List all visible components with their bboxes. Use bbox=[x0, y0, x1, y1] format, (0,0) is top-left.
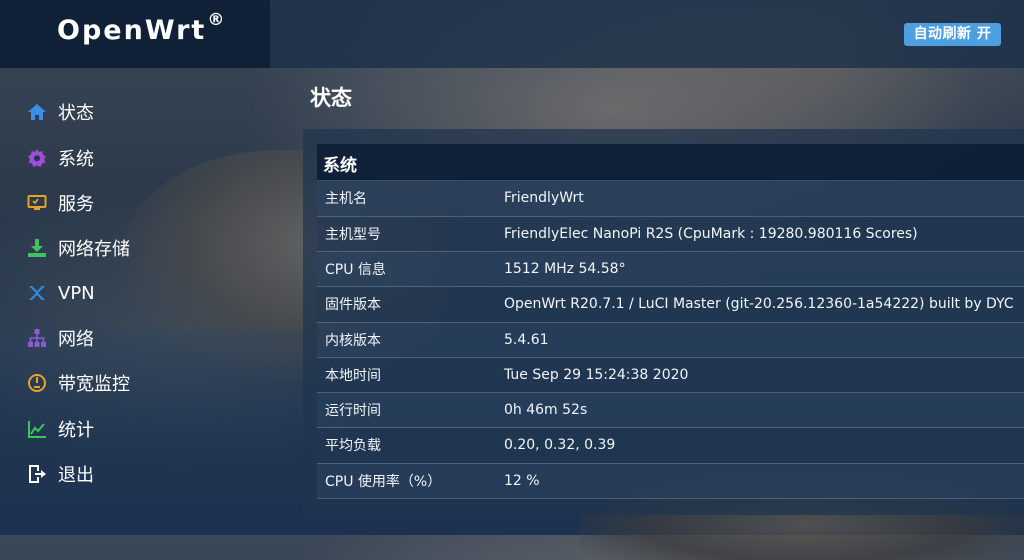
sidebar: 状态 系统 服务 网络存储 VPN 网络 带宽监控 统计 退出 bbox=[0, 68, 300, 535]
row-key: 平均负载 bbox=[317, 427, 504, 464]
row-key: CPU 使用率（%） bbox=[317, 463, 504, 499]
row-key: 固件版本 bbox=[317, 286, 504, 323]
row-value: 1512 MHz 54.58° bbox=[504, 251, 1024, 288]
monitor-icon bbox=[26, 192, 48, 214]
table-row: 固件版本 OpenWrt R20.7.1 / LuCI Master (git-2… bbox=[317, 286, 1024, 323]
system-section: 系统 主机名 FriendlyWrt 主机型号 FriendlyElec NanoP… bbox=[317, 144, 1024, 499]
row-value: OpenWrt R20.7.1 / LuCI Master (git-20.25… bbox=[504, 286, 1024, 323]
brand-logo[interactable]: OpenWrt® bbox=[57, 10, 226, 46]
sidebar-item-label: 退出 bbox=[58, 465, 94, 486]
sidebar-item-status[interactable]: 状态 bbox=[26, 97, 94, 127]
row-key: 内核版本 bbox=[317, 322, 504, 358]
system-info-table: 主机名 FriendlyWrt 主机型号 FriendlyElec NanoPi R… bbox=[317, 181, 1024, 499]
sidebar-item-logout[interactable]: 退出 bbox=[26, 459, 94, 489]
network-icon bbox=[26, 327, 48, 349]
table-row: CPU 信息 1512 MHz 54.58° bbox=[317, 251, 1024, 288]
sidebar-item-label: VPN bbox=[58, 282, 95, 304]
section-header: 系统 bbox=[317, 144, 1024, 181]
table-row: 内核版本 5.4.61 bbox=[317, 322, 1024, 358]
row-key: 本地时间 bbox=[317, 357, 504, 394]
download-icon bbox=[26, 237, 48, 259]
row-value: FriendlyElec NanoPi R2S (CpuMark : 19280… bbox=[504, 216, 1024, 253]
auto-refresh-button[interactable]: 自动刷新 开 bbox=[904, 23, 1001, 46]
row-value: FriendlyWrt bbox=[504, 181, 1024, 217]
table-row: CPU 使用率（%） 12 % bbox=[317, 463, 1024, 499]
vpn-icon bbox=[26, 282, 48, 304]
row-key: 主机名 bbox=[317, 181, 504, 217]
table-row: 主机型号 FriendlyElec NanoPi R2S (CpuMark : 1… bbox=[317, 216, 1024, 253]
row-value: 0h 46m 52s bbox=[504, 392, 1024, 429]
sidebar-item-vpn[interactable]: VPN bbox=[26, 278, 95, 308]
table-row: 运行时间 0h 46m 52s bbox=[317, 392, 1024, 429]
gauge-icon bbox=[26, 372, 48, 394]
brand-registered-mark: ® bbox=[207, 10, 227, 30]
home-icon bbox=[26, 101, 48, 123]
sidebar-item-services[interactable]: 服务 bbox=[26, 188, 94, 218]
sidebar-item-system[interactable]: 系统 bbox=[26, 143, 94, 173]
row-key: 运行时间 bbox=[317, 392, 504, 429]
sidebar-item-label: 状态 bbox=[58, 103, 94, 124]
brand-name: OpenWrt bbox=[57, 15, 207, 46]
sidebar-item-label: 带宽监控 bbox=[58, 374, 130, 395]
table-row: 主机名 FriendlyWrt bbox=[317, 181, 1024, 217]
sidebar-item-nas[interactable]: 网络存储 bbox=[26, 233, 130, 263]
row-value: 5.4.61 bbox=[504, 322, 1024, 358]
brand-box: OpenWrt® bbox=[0, 0, 270, 68]
row-value: 0.20, 0.32, 0.39 bbox=[504, 427, 1024, 464]
row-key: 主机型号 bbox=[317, 216, 504, 253]
table-row: 本地时间 Tue Sep 29 15:24:38 2020 bbox=[317, 357, 1024, 394]
sidebar-item-statistics[interactable]: 统计 bbox=[26, 414, 94, 444]
sidebar-item-bandwidth[interactable]: 带宽监控 bbox=[26, 368, 130, 398]
top-bar: OpenWrt® 自动刷新 开 bbox=[0, 0, 1024, 68]
sidebar-item-label: 统计 bbox=[58, 420, 94, 441]
sidebar-item-label: 系统 bbox=[58, 149, 94, 170]
row-key: CPU 信息 bbox=[317, 251, 504, 288]
table-row: 平均负载 0.20, 0.32, 0.39 bbox=[317, 427, 1024, 464]
sidebar-item-label: 网络 bbox=[58, 329, 94, 350]
row-value: 12 % bbox=[504, 463, 1024, 499]
sidebar-item-network[interactable]: 网络 bbox=[26, 323, 94, 353]
gear-icon bbox=[26, 147, 48, 169]
section-title: 系统 bbox=[323, 156, 357, 176]
sidebar-item-label: 网络存储 bbox=[58, 239, 130, 260]
page-title: 状态 bbox=[310, 86, 352, 110]
sidebar-item-label: 服务 bbox=[58, 194, 94, 215]
row-value: Tue Sep 29 15:24:38 2020 bbox=[504, 357, 1024, 394]
logout-icon bbox=[26, 463, 48, 485]
chart-icon bbox=[26, 418, 48, 440]
